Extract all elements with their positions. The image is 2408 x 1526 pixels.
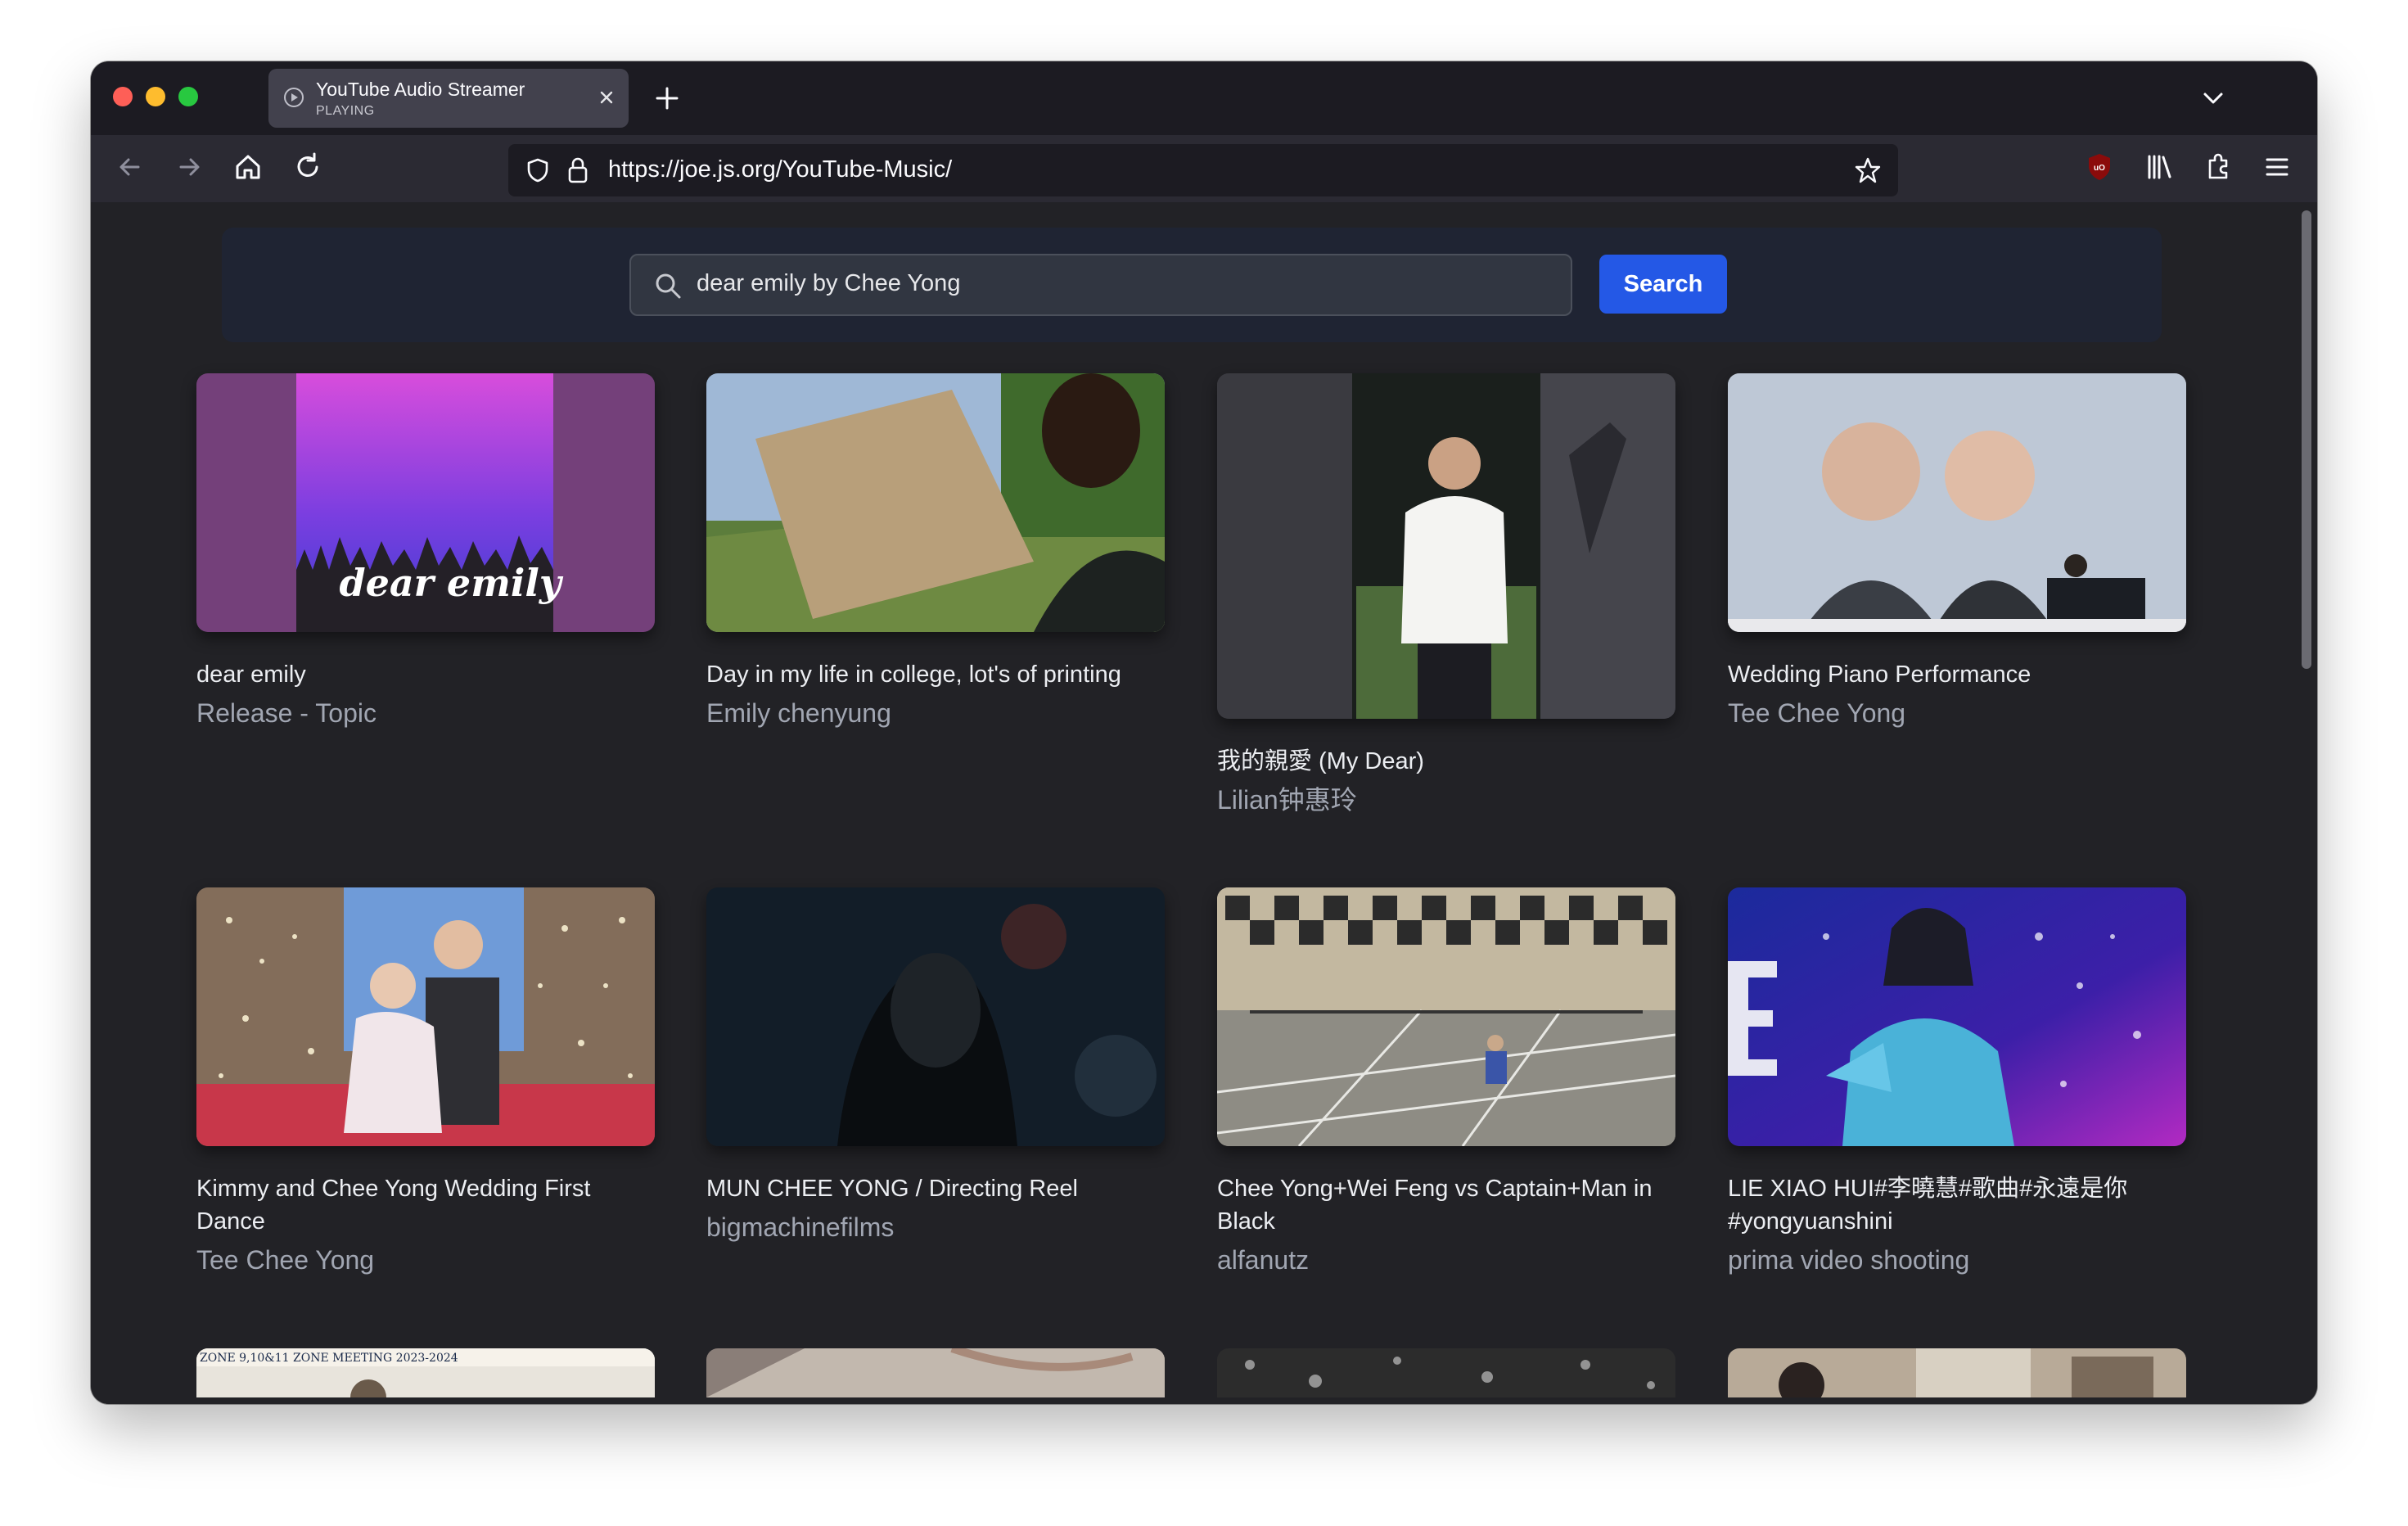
library-icon[interactable] xyxy=(2141,149,2177,185)
thumbnail-art-text: dear emily xyxy=(339,561,563,605)
svg-text:uO: uO xyxy=(2094,164,2105,173)
video-thumbnail[interactable] xyxy=(1217,373,1675,719)
video-thumbnail[interactable] xyxy=(1217,887,1675,1146)
chevron-down-icon[interactable] xyxy=(2199,84,2227,112)
minimize-window-button[interactable] xyxy=(146,87,165,106)
reload-icon[interactable] xyxy=(290,149,326,185)
close-tab-icon[interactable] xyxy=(596,87,617,108)
video-channel[interactable]: Release - Topic xyxy=(196,696,655,730)
video-channel[interactable]: Tee Chee Yong xyxy=(1728,696,2186,730)
video-channel[interactable]: Lilian钟惠玲 xyxy=(1217,783,1675,817)
tab-title: YouTube Audio Streamer xyxy=(316,79,525,100)
video-card[interactable]: LIE XIAO HUI#李曉慧#歌曲#永遠是你 #yongyuanshini … xyxy=(1728,887,2186,1277)
video-card[interactable]: dear emily dear emily Release - Topic xyxy=(196,373,655,730)
video-title[interactable]: Day in my life in college, lot's of prin… xyxy=(706,658,1165,691)
video-channel[interactable]: Emily chenyung xyxy=(706,696,1165,730)
video-card[interactable]: Day in my life in college, lot's of prin… xyxy=(706,373,1165,730)
scrollbar[interactable] xyxy=(2296,202,2317,1404)
video-title[interactable]: Kimmy and Chee Yong Wedding First Dance xyxy=(196,1172,655,1238)
page-content: Search dear emily xyxy=(91,202,2296,1404)
forward-arrow-icon[interactable] xyxy=(171,149,207,185)
video-thumbnail[interactable]: ZONE 9,10&11 ZONE MEETING 2023-2024 xyxy=(196,1348,655,1397)
video-card[interactable]: MUN CHEE YONG / Directing Reel bigmachin… xyxy=(706,887,1165,1244)
close-window-button[interactable] xyxy=(113,87,133,106)
new-tab-icon[interactable] xyxy=(650,81,684,115)
video-thumbnail[interactable] xyxy=(706,887,1165,1146)
video-channel[interactable]: bigmachinefilms xyxy=(706,1210,1165,1244)
extensions-puzzle-icon[interactable] xyxy=(2200,149,2236,185)
search-input[interactable] xyxy=(697,270,1548,297)
home-icon[interactable] xyxy=(230,149,266,185)
video-channel[interactable]: Tee Chee Yong xyxy=(196,1243,655,1277)
search-panel: Search xyxy=(222,228,2162,342)
browser-window: YouTube Audio Streamer PLAYING https://j… xyxy=(91,61,2317,1404)
video-channel[interactable]: alfanutz xyxy=(1217,1243,1675,1277)
zoom-window-button[interactable] xyxy=(178,87,198,106)
video-thumbnail[interactable] xyxy=(1217,1348,1675,1397)
lock-icon[interactable] xyxy=(566,156,590,184)
video-thumbnail[interactable] xyxy=(706,373,1165,632)
video-thumbnail[interactable] xyxy=(706,1348,1165,1397)
video-card[interactable]: Kimmy and Chee Yong Wedding First Dance … xyxy=(196,887,655,1277)
video-title[interactable]: LIE XIAO HUI#李曉慧#歌曲#永遠是你 #yongyuanshini xyxy=(1728,1172,2186,1238)
video-card[interactable]: 我的親愛 (My Dear) Lilian钟惠玲 xyxy=(1217,373,1675,817)
thumbnail-banner-text: ZONE 9,10&11 ZONE MEETING 2023-2024 xyxy=(200,1352,458,1365)
video-thumbnail[interactable] xyxy=(1728,1348,2186,1397)
title-bar: YouTube Audio Streamer PLAYING xyxy=(91,61,2317,135)
video-title[interactable]: Chee Yong+Wei Feng vs Captain+Man in Bla… xyxy=(1217,1172,1675,1238)
video-title[interactable]: 我的親愛 (My Dear) xyxy=(1217,745,1675,778)
video-thumbnail[interactable]: dear emily xyxy=(196,373,655,632)
bookmark-star-icon[interactable] xyxy=(1854,156,1882,184)
ublock-origin-icon[interactable]: uO xyxy=(2081,149,2117,185)
search-icon xyxy=(656,273,681,299)
video-title[interactable]: Wedding Piano Performance xyxy=(1728,658,2186,691)
browser-tab[interactable]: YouTube Audio Streamer PLAYING xyxy=(268,69,629,128)
tracking-protection-shield-icon[interactable] xyxy=(525,157,551,183)
video-card[interactable]: Wedding Piano Performance Tee Chee Yong xyxy=(1728,373,2186,730)
video-thumbnail[interactable] xyxy=(196,887,655,1146)
hamburger-menu-icon[interactable] xyxy=(2259,149,2295,185)
scrollbar-thumb[interactable] xyxy=(2302,210,2311,669)
search-button[interactable]: Search xyxy=(1599,255,1727,314)
url-text[interactable]: https://joe.js.org/YouTube-Music/ xyxy=(608,156,952,183)
video-channel[interactable]: prima video shooting xyxy=(1728,1243,2186,1277)
video-card[interactable]: Chee Yong+Wei Feng vs Captain+Man in Bla… xyxy=(1217,887,1675,1277)
video-thumbnail[interactable] xyxy=(1728,887,2186,1146)
address-bar[interactable]: https://joe.js.org/YouTube-Music/ xyxy=(508,144,1898,196)
video-thumbnail[interactable] xyxy=(1728,373,2186,632)
back-arrow-icon[interactable] xyxy=(112,149,148,185)
video-title[interactable]: dear emily xyxy=(196,658,655,691)
audio-playing-icon[interactable] xyxy=(283,87,304,108)
tab-status: PLAYING xyxy=(316,104,375,118)
navigation-toolbar: https://joe.js.org/YouTube-Music/ uO xyxy=(91,135,2317,203)
search-field[interactable] xyxy=(629,254,1572,316)
video-title[interactable]: MUN CHEE YONG / Directing Reel xyxy=(706,1172,1165,1205)
